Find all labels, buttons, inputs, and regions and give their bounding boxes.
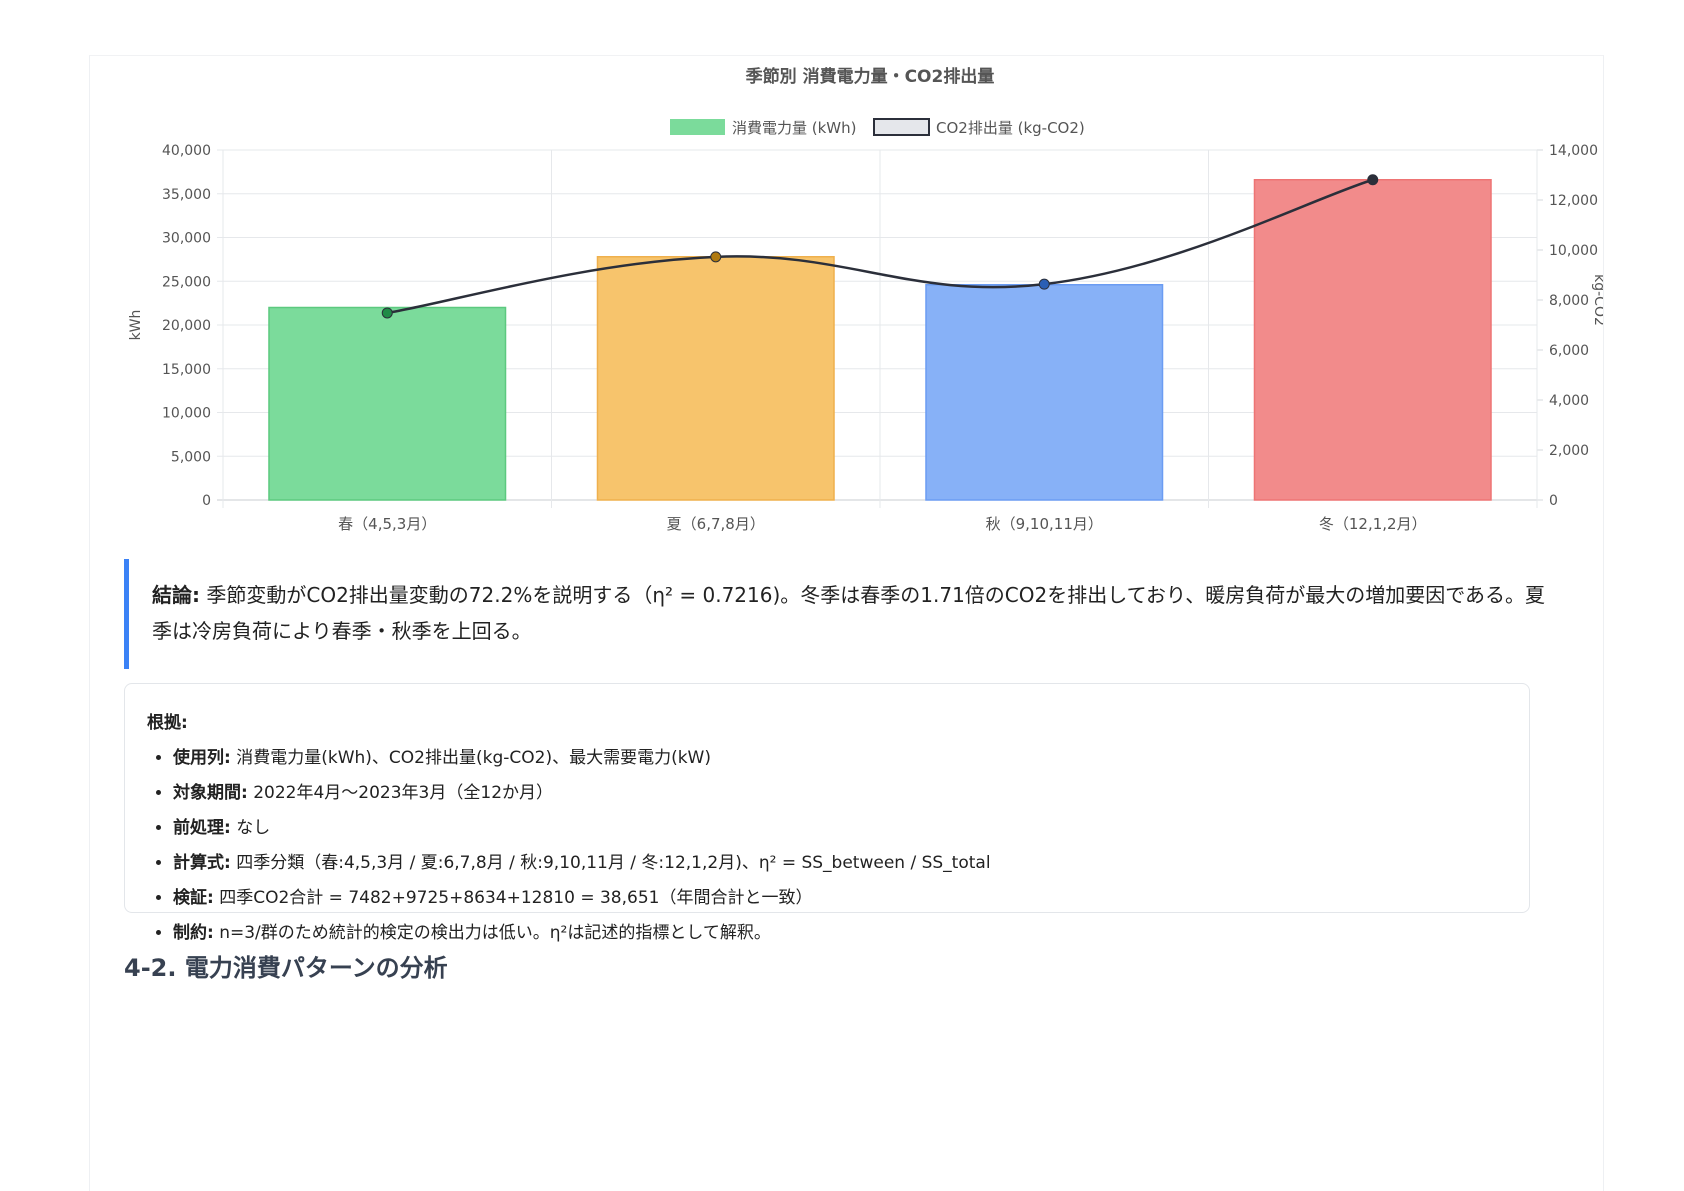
conclusion-label: 結論: xyxy=(152,583,200,607)
legend-swatch-line xyxy=(873,118,930,136)
chart-container: 季節別 消費電力量・CO2排出量消費電力量 (kWh) CO2排出量 (kg-CO… xyxy=(90,56,1607,556)
x-tick-label: 冬（12,1,2月） xyxy=(1319,515,1427,533)
y-right-tick-label: 4,000 xyxy=(1549,393,1589,409)
evidence-item-text: 2022年4月〜2023年3月（全12か月） xyxy=(247,783,554,803)
evidence-item-label: 検証: xyxy=(173,888,214,908)
evidence-item-label: 対象期間: xyxy=(173,783,248,803)
y-left-axis-label: kWh xyxy=(128,310,144,341)
chart-title: 季節別 消費電力量・CO2排出量 xyxy=(746,66,995,87)
evidence-item-label: 使用列: xyxy=(173,748,231,768)
legend-label-line: CO2排出量 (kg-CO2) xyxy=(936,119,1085,137)
co2-data-point xyxy=(1367,174,1379,186)
y-left-tick-label: 30,000 xyxy=(162,231,211,247)
evidence-list: 使用列: 消費電力量(kWh)、CO2排出量(kg-CO2)、最大需要電力(kW… xyxy=(147,741,1507,951)
y-left-tick-label: 0 xyxy=(202,493,211,509)
y-right-axis-label: kg-CO2 xyxy=(1591,274,1603,326)
bar xyxy=(596,256,835,501)
legend-label-bar: 消費電力量 (kWh) xyxy=(732,119,857,137)
evidence-item: 計算式: 四季分類（春:4,5,3月 / 夏:6,7,8月 / 秋:9,10,1… xyxy=(173,846,1507,881)
evidence-item-text: n=3/群のため統計的検定の検出力は低い。η²は記述的指標として解釈。 xyxy=(213,923,771,943)
y-right-tick-label: 14,000 xyxy=(1549,143,1598,159)
evidence-item-text: 四季分類（春:4,5,3月 / 夏:6,7,8月 / 秋:9,10,11月 / … xyxy=(230,853,991,873)
y-right-tick-label: 12,000 xyxy=(1549,193,1598,209)
x-tick-label: 春（4,5,3月） xyxy=(338,515,436,533)
y-right-tick-label: 0 xyxy=(1549,493,1558,509)
co2-data-point xyxy=(1038,278,1050,290)
report-page: 季節別 消費電力量・CO2排出量消費電力量 (kWh) CO2排出量 (kg-CO… xyxy=(89,55,1607,1191)
co2-data-point xyxy=(381,307,393,319)
bar xyxy=(268,306,507,501)
conclusion-callout: 結論: 季節変動がCO2排出量変動の72.2%を説明する（η² = 0.7216… xyxy=(124,559,1572,669)
y-left-tick-label: 40,000 xyxy=(162,143,211,159)
evidence-item-text: 消費電力量(kWh)、CO2排出量(kg-CO2)、最大需要電力(kW) xyxy=(230,748,711,768)
evidence-item: 前処理: なし xyxy=(173,811,1507,846)
y-left-tick-label: 10,000 xyxy=(162,406,211,422)
legend-swatch-bar xyxy=(670,119,725,135)
co2-data-point xyxy=(710,251,722,263)
evidence-box: 根拠: 使用列: 消費電力量(kWh)、CO2排出量(kg-CO2)、最大需要電… xyxy=(124,683,1530,943)
seasonal-chart: 季節別 消費電力量・CO2排出量消費電力量 (kWh) CO2排出量 (kg-CO… xyxy=(128,66,1607,533)
conclusion-text: 季節変動がCO2排出量変動の72.2%を説明する（η² = 0.7216)。冬季… xyxy=(152,583,1546,643)
x-tick-label: 秋（9,10,11月） xyxy=(986,515,1103,533)
bar xyxy=(925,284,1164,501)
evidence-item-label: 計算式: xyxy=(173,853,231,873)
bar xyxy=(1253,179,1492,501)
y-left-tick-label: 35,000 xyxy=(162,187,211,203)
evidence-item-text: なし xyxy=(230,818,271,838)
y-right-tick-label: 2,000 xyxy=(1549,443,1589,459)
y-right-tick-label: 10,000 xyxy=(1549,243,1598,259)
section-heading: 4-2. 電力消費パターンの分析 xyxy=(124,954,448,982)
y-right-tick-label: 8,000 xyxy=(1549,293,1589,309)
y-left-tick-label: 20,000 xyxy=(162,318,211,334)
evidence-item-text: 四季CO2合計 = 7482+9725+8634+12810 = 38,651（… xyxy=(213,888,813,908)
y-right-tick-label: 6,000 xyxy=(1549,343,1589,359)
y-left-tick-label: 15,000 xyxy=(162,362,211,378)
y-left-tick-label: 5,000 xyxy=(171,449,211,465)
y-left-tick-label: 25,000 xyxy=(162,274,211,290)
evidence-item-label: 前処理: xyxy=(173,818,231,838)
evidence-item: 検証: 四季CO2合計 = 7482+9725+8634+12810 = 38,… xyxy=(173,881,1507,916)
evidence-item: 使用列: 消費電力量(kWh)、CO2排出量(kg-CO2)、最大需要電力(kW… xyxy=(173,741,1507,776)
evidence-item-label: 制約: xyxy=(173,923,214,943)
evidence-title: 根拠: xyxy=(147,713,188,733)
evidence-item: 制約: n=3/群のため統計的検定の検出力は低い。η²は記述的指標として解釈。 xyxy=(173,916,1507,951)
x-tick-label: 夏（6,7,8月） xyxy=(667,515,765,533)
evidence-item: 対象期間: 2022年4月〜2023年3月（全12か月） xyxy=(173,776,1507,811)
